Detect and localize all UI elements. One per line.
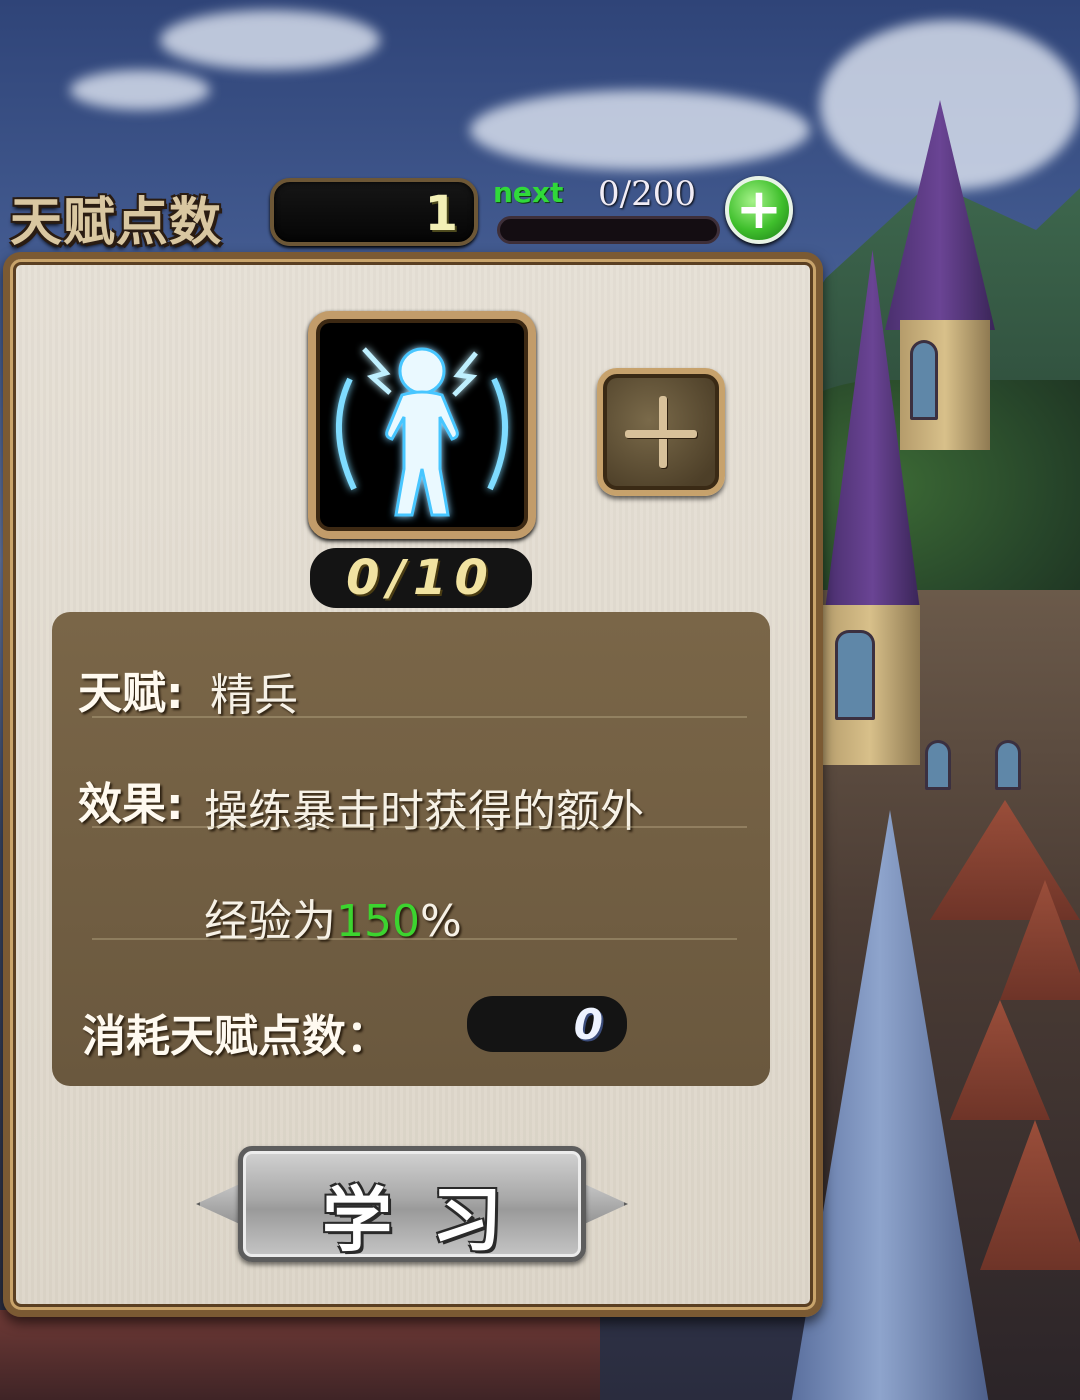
effect-description-line1: 操练暴击时获得的额外 [204,786,644,837]
divider [92,938,737,940]
divider [92,716,747,718]
effect-label: 效果: [78,779,184,830]
cost-display: 0 [467,996,627,1052]
skill-level-display: 0/10 [310,548,532,608]
talent-points-display: 1 [270,178,478,246]
talent-label: 天赋: [78,668,184,719]
talent-points-value: 1 [424,186,458,242]
learn-button[interactable]: 学习 [196,1138,628,1270]
upgrade-plus-button[interactable] [597,368,725,496]
plus-icon: + [735,177,783,242]
cost-value: 0 [573,1000,603,1049]
next-label: next [493,176,564,209]
skill-slot[interactable] [308,311,536,539]
next-progress-text: 0/200 [598,174,696,214]
skill-level-value: 0/10 [346,550,496,606]
divider [92,826,747,828]
add-talent-points-button[interactable]: + [725,176,793,244]
glowing-figure-icon [335,347,509,517]
learn-button-label: 学习 [322,1179,542,1261]
talent-points-title: 天赋点数 [10,193,223,253]
talent-name: 精兵 [210,670,298,721]
cost-label: 消耗天赋点数： [82,1011,390,1062]
next-progress-bar [497,216,720,244]
